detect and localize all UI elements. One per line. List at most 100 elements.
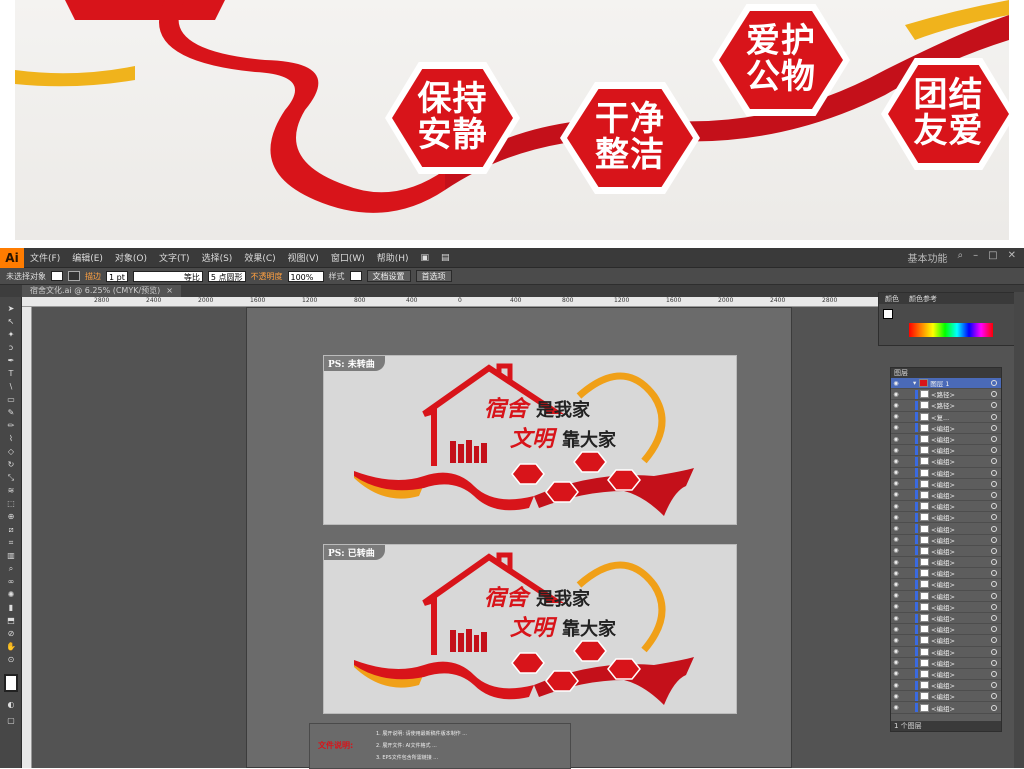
target-icon[interactable] [991, 704, 997, 711]
layer-row[interactable]: ◉ <编组> [891, 501, 1001, 513]
visibility-icon[interactable]: ◉ [891, 615, 901, 622]
artboard-tool-icon[interactable]: ⬒ [4, 615, 18, 626]
layer-row[interactable]: ◉ <编组> [891, 669, 1001, 681]
menu-effect[interactable]: 效果(C) [238, 251, 281, 264]
layer-row[interactable]: ◉ <编组> [891, 591, 1001, 602]
visibility-icon[interactable]: ◉ [891, 581, 901, 588]
menu-select[interactable]: 选择(S) [196, 251, 239, 264]
target-icon[interactable] [991, 447, 997, 454]
target-icon[interactable] [991, 581, 997, 588]
visibility-icon[interactable]: ◉ [891, 380, 901, 387]
visibility-icon[interactable]: ◉ [891, 480, 901, 487]
artboard[interactable]: PS: 未转曲 宿舍 是我家 文明 靠大家 PS: 已转曲 宿舍 是我家 文明 … [246, 307, 792, 769]
layer-row[interactable]: ◉ <路径> [891, 400, 1001, 412]
target-icon[interactable] [991, 682, 997, 689]
lasso-tool-icon[interactable]: ↄ [4, 342, 18, 353]
screen-mode-icon[interactable]: ▢ [4, 715, 18, 726]
visibility-icon[interactable]: ◉ [891, 570, 901, 577]
pencil-tool-icon[interactable]: ✏ [4, 420, 18, 431]
direct-selection-tool-icon[interactable]: ↖ [4, 316, 18, 327]
expand-icon[interactable]: ▾ [913, 379, 916, 387]
visibility-icon[interactable]: ◉ [891, 514, 901, 521]
target-icon[interactable] [991, 626, 997, 633]
layer-row[interactable]: ◉ <编组> [891, 468, 1001, 479]
layer-row[interactable]: ◉ <编组> [891, 546, 1001, 557]
visibility-icon[interactable]: ◉ [891, 670, 901, 677]
layer-row[interactable]: ◉ <编组> [891, 624, 1001, 636]
visibility-icon[interactable]: ◉ [891, 559, 901, 566]
layer-row[interactable]: ◉ <编组> [891, 579, 1001, 591]
blob-brush-tool-icon[interactable]: ⌇ [4, 433, 18, 444]
free-transform-tool-icon[interactable]: ⬚ [4, 498, 18, 509]
eraser-tool-icon[interactable]: ◇ [4, 446, 18, 457]
target-icon[interactable] [991, 592, 997, 599]
target-icon[interactable] [991, 480, 997, 487]
visibility-icon[interactable]: ◉ [891, 503, 901, 510]
target-icon[interactable] [991, 469, 997, 476]
visibility-icon[interactable]: ◉ [891, 391, 901, 398]
width-tool-icon[interactable]: ≋ [4, 485, 18, 496]
rotate-tool-icon[interactable]: ↻ [4, 459, 18, 470]
layer-row[interactable]: ◉ <复... [891, 412, 1001, 423]
layer-row[interactable]: ◉ <编组> [891, 423, 1001, 434]
preferences-button[interactable]: 首选项 [415, 270, 452, 282]
document-tab[interactable]: 宿舍文化.ai @ 6.25% (CMYK/预览) × [22, 285, 181, 297]
stroke-profile-select[interactable]: 等比 [132, 270, 203, 282]
layer-row[interactable]: ◉ <编组> [891, 613, 1001, 625]
target-icon[interactable] [991, 458, 997, 465]
close-tab-icon[interactable]: × [166, 285, 173, 297]
visibility-icon[interactable]: ◉ [891, 648, 901, 655]
visibility-icon[interactable]: ◉ [891, 693, 901, 700]
workspace-switcher[interactable]: 基本功能 [908, 250, 948, 265]
fill-swatch[interactable] [51, 271, 63, 281]
target-icon[interactable] [991, 436, 997, 443]
layer-row[interactable]: ◉ <编组> [891, 680, 1001, 692]
style-swatch[interactable] [349, 271, 362, 281]
target-icon[interactable] [991, 424, 997, 431]
line-tool-icon[interactable]: \ [4, 381, 18, 392]
visibility-icon[interactable]: ◉ [891, 402, 901, 409]
rectangle-tool-icon[interactable]: ▭ [4, 394, 18, 405]
target-icon[interactable] [991, 413, 997, 420]
layer-row[interactable]: ◉ <编组> [891, 691, 1001, 703]
target-icon[interactable] [991, 648, 997, 655]
opacity-label[interactable]: 不透明度 [251, 271, 283, 282]
close-button[interactable]: ✕ [1008, 250, 1016, 265]
layer-row[interactable]: ◉ <编组> [891, 523, 1001, 535]
visibility-icon[interactable]: ◉ [891, 592, 901, 599]
visibility-icon[interactable]: ◉ [891, 704, 901, 711]
menu-view[interactable]: 视图(V) [282, 251, 325, 264]
layer-row[interactable]: ◉ <编组> [891, 557, 1001, 569]
target-icon[interactable] [991, 670, 997, 677]
visibility-icon[interactable]: ◉ [891, 525, 901, 532]
layer-row[interactable]: ◉ <编组> [891, 535, 1001, 546]
target-icon[interactable] [991, 491, 997, 498]
visibility-icon[interactable]: ◉ [891, 682, 901, 689]
canvas[interactable]: PS: 未转曲 宿舍 是我家 文明 靠大家 PS: 已转曲 宿舍 是我家 文明 … [33, 307, 879, 769]
target-icon[interactable] [991, 603, 997, 610]
target-icon[interactable] [991, 536, 997, 543]
visibility-icon[interactable]: ◉ [891, 637, 901, 644]
fill-stroke-icon[interactable] [4, 674, 18, 692]
target-icon[interactable] [991, 615, 997, 622]
design-outlined[interactable]: PS: 已转曲 宿舍 是我家 文明 靠大家 [323, 544, 737, 714]
magic-wand-tool-icon[interactable]: ✦ [4, 329, 18, 340]
stroke-weight-field[interactable]: 1 pt [106, 270, 128, 282]
visibility-icon[interactable]: ◉ [891, 458, 901, 465]
pen-tool-icon[interactable]: ✒ [4, 355, 18, 366]
shape-builder-tool-icon[interactable]: ⊕ [4, 511, 18, 522]
design-untraced[interactable]: PS: 未转曲 宿舍 是我家 文明 靠大家 [323, 355, 737, 525]
paintbrush-tool-icon[interactable]: ✎ [4, 407, 18, 418]
target-icon[interactable] [991, 570, 997, 577]
visibility-icon[interactable]: ◉ [891, 436, 901, 443]
visibility-icon[interactable]: ◉ [891, 603, 901, 610]
layer-row[interactable]: ◉ <编组> [891, 490, 1001, 502]
layer-row[interactable]: ◉ <编组> [891, 647, 1001, 658]
zoom-tool-icon[interactable]: ⊙ [4, 654, 18, 665]
mesh-tool-icon[interactable]: ⌗ [4, 537, 18, 548]
target-icon[interactable] [991, 380, 997, 387]
layer-row[interactable]: ◉ <编组> [891, 702, 1001, 714]
visibility-icon[interactable]: ◉ [891, 424, 901, 431]
layer-row[interactable]: ◉ <编组> [891, 434, 1001, 446]
visibility-icon[interactable]: ◉ [891, 469, 901, 476]
